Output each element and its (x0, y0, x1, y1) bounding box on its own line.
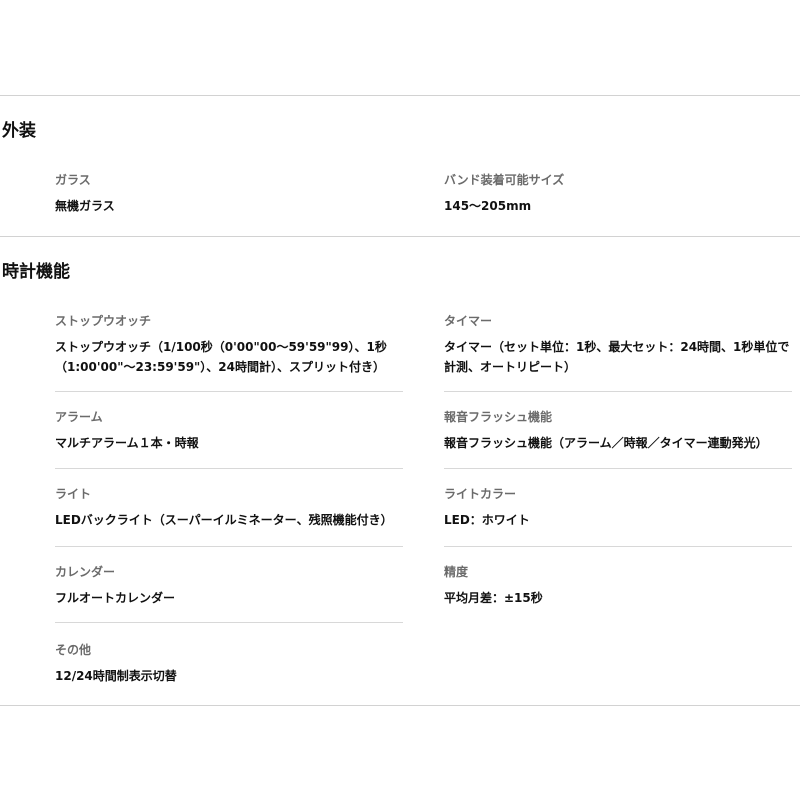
spec-alarm: アラーム マルチアラーム１本・時報 (55, 408, 403, 453)
spec-label: 報音フラッシュ機能 (444, 410, 553, 424)
spec-value: フルオートカレンダー (55, 591, 176, 605)
spec-label: アラーム (55, 410, 103, 424)
spec-value-line: （1:00'00"〜23:59'59"）、24時間計）、スプリット付き） (55, 360, 385, 374)
spec-accuracy: 精度 平均月差：±15秒 (444, 563, 792, 608)
section-title-exterior: 外装 (2, 121, 36, 141)
section-title-watch-functions: 時計機能 (2, 262, 70, 282)
spec-calendar: カレンダー フルオートカレンダー (55, 563, 403, 608)
spec-glass: ガラス 無機ガラス (55, 171, 403, 216)
spec-value-line: ストップウオッチ（1/100秒（0'00"00〜59'59"99）、1秒 (55, 340, 387, 354)
spec-label: タイマー (444, 314, 493, 328)
spec-light: ライト LEDバックライト（スーパーイルミネーター、残照機能付き） (55, 485, 403, 530)
row-separator (55, 468, 403, 469)
spec-label: ライト (55, 487, 92, 501)
section-divider-bottom (0, 705, 800, 706)
section-divider (0, 236, 800, 237)
spec-value: 145〜205mm (444, 199, 532, 213)
spec-value-line: タイマー（セット単位：1秒、最大セット：24時間、1秒単位で (444, 340, 790, 354)
spec-value: マルチアラーム１本・時報 (55, 436, 199, 450)
spec-other: その他 12/24時間制表示切替 (55, 641, 403, 686)
spec-label: ライトカラー (444, 487, 517, 501)
spec-value: タイマー（セット単位：1秒、最大セット：24時間、1秒単位で 計測、オートリピー… (444, 337, 792, 377)
spec-label: 精度 (444, 565, 469, 579)
spec-timer: タイマー タイマー（セット単位：1秒、最大セット：24時間、1秒単位で 計測、オ… (444, 312, 792, 377)
spec-value: LEDバックライト（スーパーイルミネーター、残照機能付き） (55, 513, 393, 527)
spec-label: ガラス (55, 173, 91, 187)
spec-band-size: バンド装着可能サイズ 145〜205mm (444, 171, 792, 216)
spec-value: 平均月差：±15秒 (444, 591, 543, 605)
row-separator (55, 622, 403, 623)
section-divider-top (0, 95, 800, 96)
spec-value: LED：ホワイト (444, 513, 530, 527)
spec-value: 12/24時間制表示切替 (55, 669, 177, 683)
spec-label: ストップウオッチ (55, 314, 152, 328)
row-separator (444, 468, 792, 469)
spec-label: その他 (55, 643, 92, 657)
spec-value: 無機ガラス (55, 199, 115, 213)
spec-label: バンド装着可能サイズ (444, 173, 565, 187)
row-separator (55, 391, 403, 392)
row-separator (444, 391, 792, 392)
spec-flash-alert: 報音フラッシュ機能 報音フラッシュ機能（アラーム／時報／タイマー連動発光） (444, 408, 792, 453)
spec-value-line: 計測、オートリピート） (444, 360, 577, 374)
spec-label: カレンダー (55, 565, 116, 579)
spec-value: 報音フラッシュ機能（アラーム／時報／タイマー連動発光） (444, 436, 768, 450)
spec-light-color: ライトカラー LED：ホワイト (444, 485, 792, 530)
spec-value: ストップウオッチ（1/100秒（0'00"00〜59'59"99）、1秒 （1:… (55, 337, 403, 377)
row-separator (444, 546, 792, 547)
row-separator (55, 546, 403, 547)
spec-stopwatch: ストップウオッチ ストップウオッチ（1/100秒（0'00"00〜59'59"9… (55, 312, 403, 377)
